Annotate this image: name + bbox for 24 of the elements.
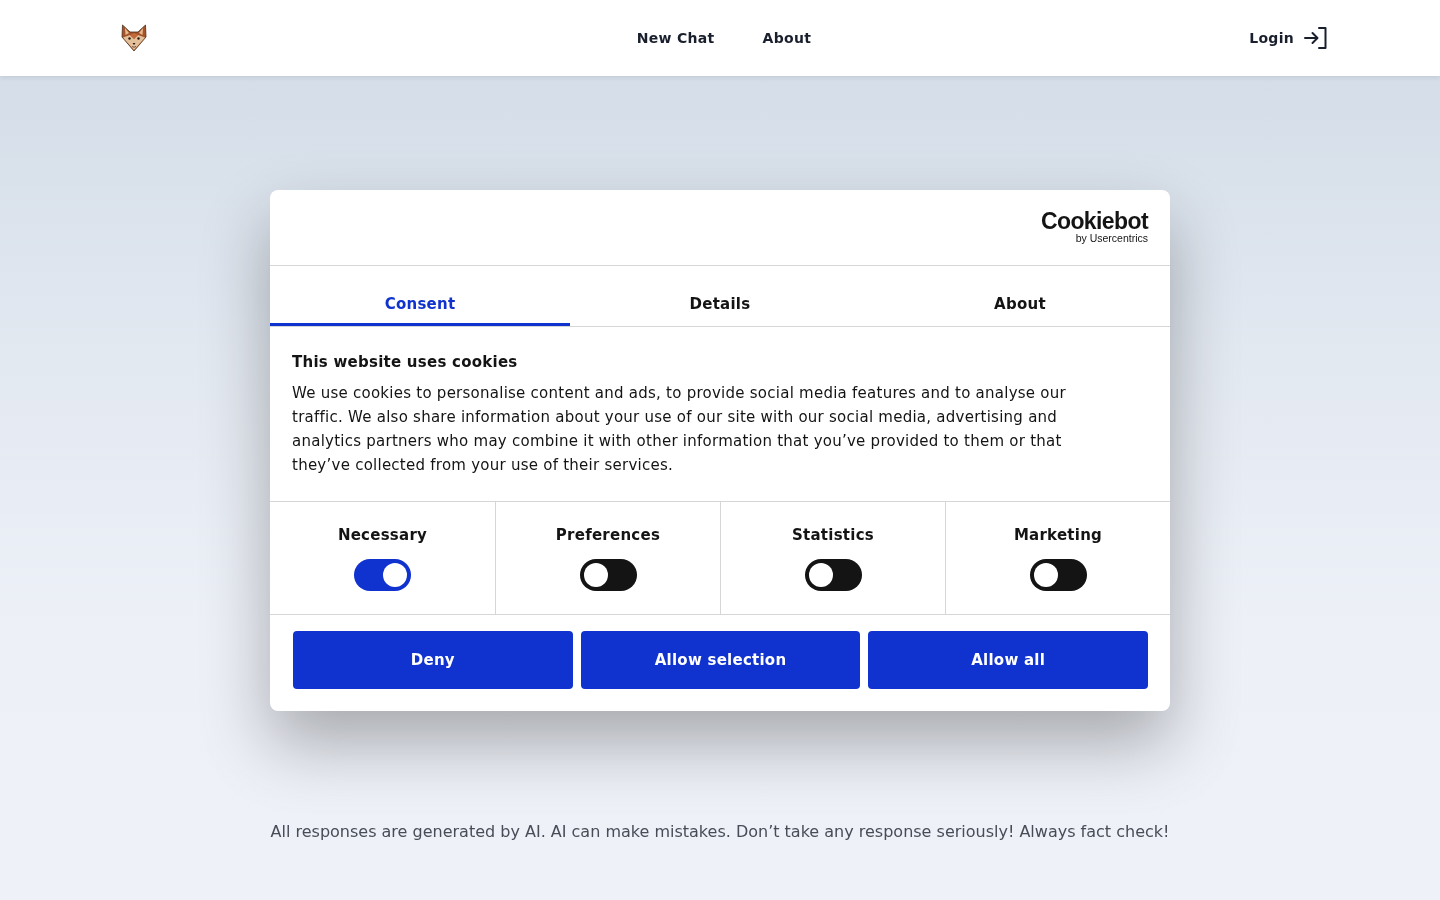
login-icon[interactable]: [1304, 27, 1327, 49]
dialog-tab[interactable]: About: [870, 266, 1170, 326]
toggle-switch[interactable]: [1029, 559, 1087, 591]
disclaimer-text: All responses are generated by AI. AI can make mistakes. Don’t take any response seriously! Always fact check!: [270, 821, 1170, 843]
nav-link[interactable]: New Chat: [636, 30, 715, 46]
brand-logo-text: Cookiebot: [1040, 209, 1148, 232]
dialog-title: This website uses cookies: [292, 352, 519, 373]
toggle-switch[interactable]: [354, 559, 411, 591]
category-label: Necessary: [337, 525, 428, 546]
toggle-switch[interactable]: [579, 559, 637, 591]
dialog-description: We use cookies to personalise content and ads, to provide social media features and to analyse our traffic. We also share information about your use of our site with our social media, advertising and analytics partners who may combine it with other information that you’ve provided to them or that they’ve collected from your use of their services.: [292, 383, 1067, 476]
consent-button[interactable]: Deny: [293, 631, 573, 689]
fox-head-icon[interactable]: [121, 24, 147, 52]
nav-link[interactable]: About: [762, 30, 812, 46]
brand-byline: by Usercentrics: [1075, 231, 1148, 244]
dialog-tab[interactable]: Details: [570, 266, 870, 326]
consent-button[interactable]: Allow selection: [580, 631, 861, 689]
category-label: Statistics: [792, 525, 874, 546]
login-link[interactable]: Login: [1249, 30, 1294, 46]
dialog-tab[interactable]: Consent: [270, 266, 570, 326]
category-label: Preferences: [555, 525, 661, 546]
category-label: Marketing: [1013, 525, 1103, 546]
consent-button[interactable]: Allow all: [868, 631, 1148, 689]
toggle-switch[interactable]: [804, 559, 862, 591]
